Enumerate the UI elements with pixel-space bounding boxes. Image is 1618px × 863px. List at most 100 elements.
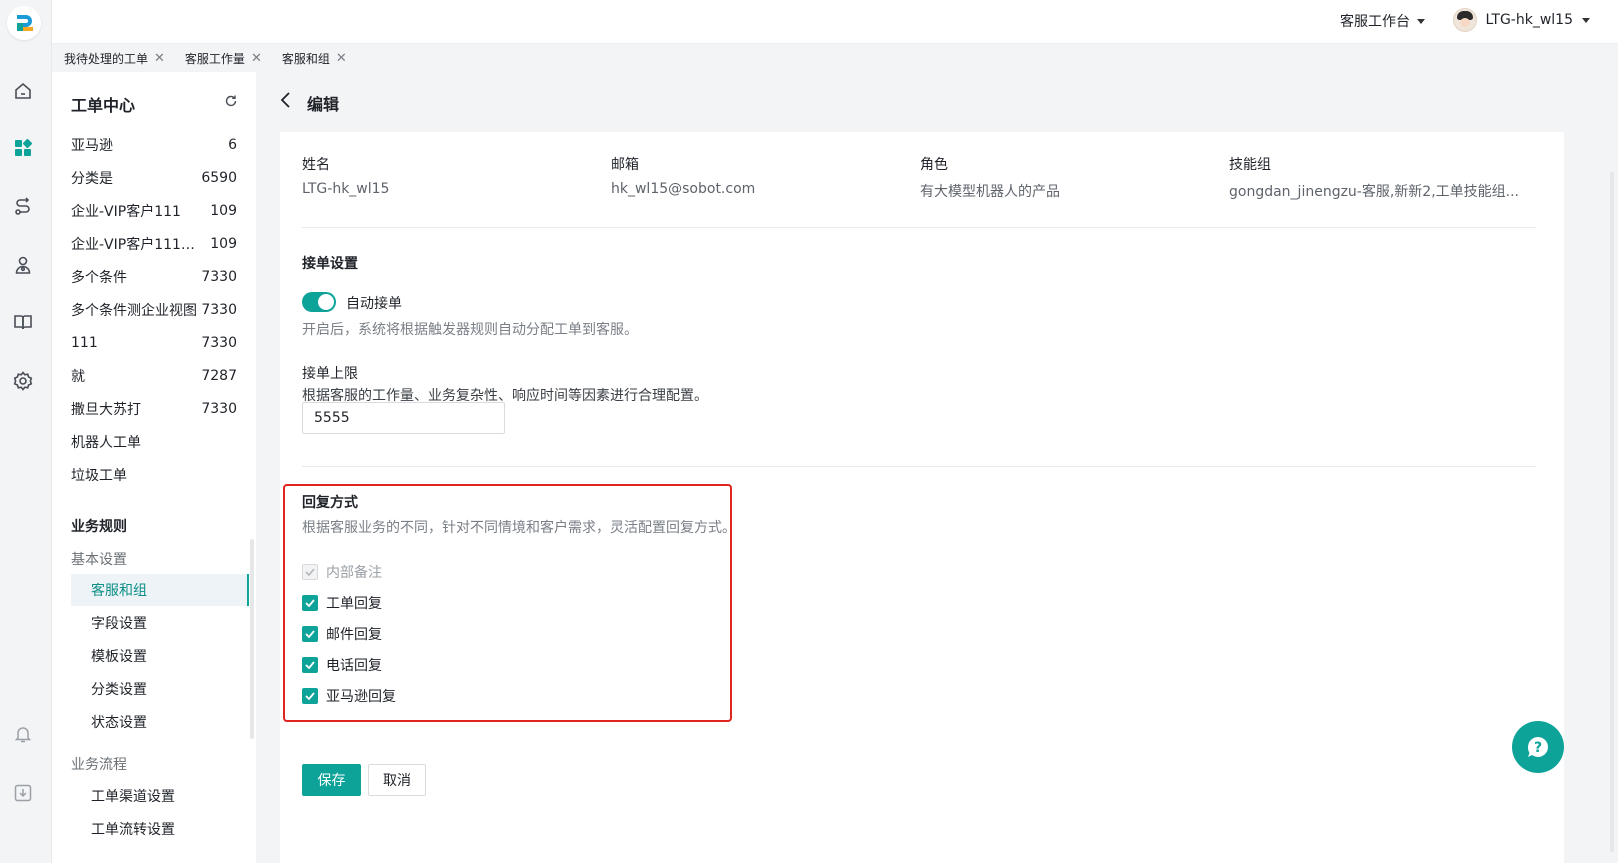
checkbox-label: 亚马逊回复 <box>326 689 396 705</box>
sidebar-scrollbar[interactable] <box>250 539 254 739</box>
info-label: 角色 <box>920 157 948 173</box>
checkbox[interactable] <box>302 626 318 642</box>
info-role: 角色 有大模型机器人的产品 <box>920 154 1060 201</box>
close-icon[interactable]: ✕ <box>336 51 347 66</box>
info-value: 有大模型机器人的产品 <box>920 184 1060 200</box>
reply-option-ticket[interactable]: 工单回复 <box>302 593 382 613</box>
tab-bar: 我待处理的工单 ✕ 客服工作量 ✕ 客服和组 ✕ <box>52 44 1618 72</box>
view-count: 7287 <box>201 367 237 384</box>
checkbox[interactable] <box>302 595 318 611</box>
checkbox[interactable] <box>302 688 318 704</box>
sidebar-item-fields[interactable]: 字段设置 <box>71 607 249 639</box>
sidebar-item-agents-groups[interactable]: 客服和组 <box>71 574 249 606</box>
business-flow-group[interactable]: 业务流程 <box>71 754 127 774</box>
view-name: 企业-VIP客户111211111 <box>71 236 201 253</box>
auto-accept-label: 自动接单 <box>346 296 402 312</box>
sidebar-item-status[interactable]: 状态设置 <box>71 706 249 738</box>
view-name: 撒旦大苏打 <box>71 401 141 418</box>
checkbox-label: 邮件回复 <box>326 627 382 643</box>
logo-icon[interactable] <box>7 6 41 40</box>
refresh-icon[interactable] <box>224 94 238 112</box>
view-name: 机器人工单 <box>71 434 141 451</box>
checkbox-label: 工单回复 <box>326 596 382 612</box>
checkbox <box>302 564 318 580</box>
view-item[interactable]: 撒旦大苏打 7330 <box>52 392 256 425</box>
info-skill-group: 技能组 gongdan_jinengzu-客服,新新2,工单技能组... <box>1229 154 1519 201</box>
view-name: 垃圾工单 <box>71 467 127 484</box>
tab-agents-groups[interactable]: 客服和组 ✕ <box>282 50 347 67</box>
workspace-label: 客服工作台 <box>1340 14 1410 30</box>
apps-icon[interactable] <box>12 137 34 159</box>
chevron-down-icon <box>1417 18 1425 24</box>
view-item[interactable]: 机器人工单 <box>52 425 256 458</box>
close-icon[interactable]: ✕ <box>154 51 165 66</box>
auto-accept-toggle[interactable] <box>302 292 336 312</box>
view-item[interactable]: 多个条件 7330 <box>52 260 256 293</box>
reply-option-email[interactable]: 邮件回复 <box>302 624 382 644</box>
view-item[interactable]: 企业-VIP客户111 109 <box>52 194 256 227</box>
view-list: 亚马逊 6 分类是 6590 企业-VIP客户111 109 企业-VIP客户1112… <box>52 128 256 491</box>
info-value: LTG-hk_wl15 <box>302 181 390 197</box>
view-name: 就 <box>71 368 85 385</box>
accept-limit-title: 接单上限 <box>302 366 358 382</box>
view-item[interactable]: 垃圾工单 <box>52 458 256 491</box>
top-bar: 客服工作台 LTG-hk_wl15 <box>52 0 1618 44</box>
tab-agent-workload[interactable]: 客服工作量 ✕ <box>185 50 262 67</box>
route-icon[interactable] <box>12 196 34 218</box>
view-count: 109 <box>210 235 237 252</box>
sidebar-item-templates[interactable]: 模板设置 <box>71 640 249 672</box>
sidebar-item-categories[interactable]: 分类设置 <box>71 673 249 705</box>
workspace-switcher[interactable]: 客服工作台 <box>1340 11 1425 31</box>
view-name: 多个条件 <box>71 269 127 286</box>
view-name: 多个条件测企业视图 <box>71 302 197 319</box>
sidebar-item-transfer[interactable]: 工单流转设置 <box>71 813 249 845</box>
view-name: 亚马逊 <box>71 137 113 154</box>
accept-settings-title: 接单设置 <box>302 256 358 272</box>
gear-icon[interactable] <box>12 370 34 392</box>
svg-text:?: ? <box>1534 740 1542 756</box>
save-button[interactable]: 保存 <box>302 764 361 796</box>
chevron-down-icon <box>1582 17 1590 23</box>
view-item[interactable]: 多个条件测企业视图 7330 <box>52 293 256 326</box>
view-item[interactable]: 111 7330 <box>52 326 256 359</box>
reply-option-phone[interactable]: 电话回复 <box>302 655 382 675</box>
info-name: 姓名 LTG-hk_wl15 <box>302 154 389 197</box>
view-item[interactable]: 就 7287 <box>52 359 256 392</box>
tab-pending-tickets[interactable]: 我待处理的工单 ✕ <box>64 50 165 67</box>
basic-settings-group[interactable]: 基本设置 <box>71 549 127 569</box>
view-item[interactable]: 亚马逊 6 <box>52 128 256 161</box>
help-icon[interactable]: ? <box>1512 721 1564 773</box>
view-count: 7330 <box>201 268 237 285</box>
user-icon[interactable] <box>12 254 34 276</box>
tab-label: 我待处理的工单 <box>64 51 149 66</box>
view-name: 111 <box>71 334 98 351</box>
tab-label: 客服工作量 <box>184 51 245 66</box>
close-icon[interactable]: ✕ <box>251 51 262 66</box>
view-count: 6 <box>228 136 237 153</box>
home-icon[interactable] <box>12 80 34 102</box>
view-item[interactable]: 分类是 6590 <box>52 161 256 194</box>
book-icon[interactable] <box>12 311 34 333</box>
view-name: 分类是 <box>71 170 113 187</box>
sidebar-title: 工单中心 <box>71 96 136 115</box>
view-item[interactable]: 企业-VIP客户111211111 109 <box>52 227 256 260</box>
main-scrollbar[interactable] <box>1610 172 1614 852</box>
bell-icon[interactable] <box>12 723 34 745</box>
download-icon[interactable] <box>12 782 34 804</box>
checkbox-label: 电话回复 <box>326 658 382 674</box>
reply-option-amazon[interactable]: 亚马逊回复 <box>302 686 396 706</box>
view-count: 7330 <box>201 334 237 351</box>
sidebar-item-channels[interactable]: 工单渠道设置 <box>71 780 249 812</box>
cancel-button[interactable]: 取消 <box>368 764 426 796</box>
info-label: 邮箱 <box>611 157 639 173</box>
accept-limit-input[interactable] <box>302 402 505 434</box>
page-header: 编辑 <box>256 72 1618 132</box>
checkbox[interactable] <box>302 657 318 673</box>
view-name: 企业-VIP客户111 <box>71 203 181 220</box>
user-menu[interactable]: LTG-hk_wl15 <box>1452 8 1590 32</box>
chevron-left-icon[interactable] <box>280 91 292 113</box>
avatar <box>1452 8 1477 32</box>
reply-option-internal-note: 内部备注 <box>302 562 382 582</box>
reply-method-desc: 根据客服业务的不同，针对不同情境和客户需求，灵活配置回复方式。 <box>302 520 736 536</box>
info-email: 邮箱 hk_wl15@sobot.com <box>611 154 755 197</box>
